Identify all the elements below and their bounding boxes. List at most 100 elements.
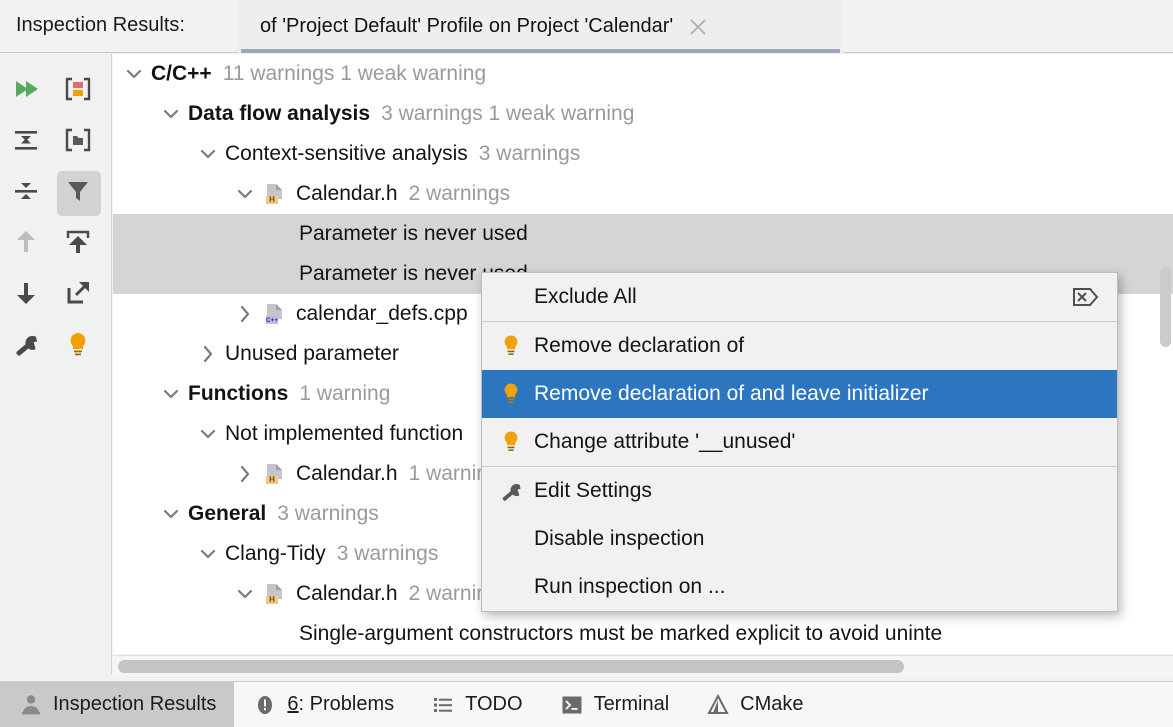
expand-all-button[interactable] [0, 117, 52, 168]
filter-icon [63, 176, 93, 211]
terminal-icon [559, 692, 585, 718]
chevron-down-icon[interactable] [158, 381, 184, 407]
tree-row[interactable]: Context-sensitive analysis 3 warnings [113, 134, 1173, 174]
svg-text:H: H [269, 475, 275, 484]
chevron-right-icon[interactable] [232, 461, 258, 487]
tool-window-tab[interactable]: 6: Problems [234, 682, 412, 727]
toolbar-row [0, 321, 111, 372]
vertical-scrollbar-thumb[interactable] [1160, 267, 1171, 347]
tree-row[interactable]: Parameter is never used [113, 214, 1173, 254]
tree-row-label: calendar_defs.cpp [296, 302, 468, 325]
export-button[interactable] [52, 219, 104, 270]
chevron-down-icon[interactable] [158, 501, 184, 527]
next-problem-icon [11, 278, 41, 313]
menu-item[interactable]: Change attribute '__unused' [482, 418, 1117, 466]
tool-window-tab[interactable]: Terminal [541, 682, 688, 727]
menu-item[interactable]: Remove declaration of [482, 322, 1117, 370]
horizontal-scrollbar-thumb[interactable] [118, 660, 904, 673]
chevron-down-icon[interactable] [232, 581, 258, 607]
tree-row-count: 1 warning [299, 382, 391, 405]
tree-row[interactable]: Single-argument constructors must be mar… [113, 614, 1173, 654]
severity-group-icon [63, 74, 93, 109]
tree-row-label: Not implemented function [225, 422, 464, 445]
export-icon [63, 227, 93, 262]
previous-problem-button[interactable] [0, 219, 52, 270]
chevron-down-icon[interactable] [158, 101, 184, 127]
tree-row[interactable]: C/C++ 11 warnings 1 weak warning [113, 54, 1173, 94]
inspector-icon [18, 692, 44, 718]
tree-row[interactable]: H Calendar.h 2 warnings [113, 174, 1173, 214]
tree-row-count: 3 warnings [277, 502, 379, 525]
group-by-directory-button[interactable] [52, 117, 104, 168]
inspection-results-window: Inspection Results: of 'Project Default'… [0, 0, 1173, 727]
previous-problem-icon [11, 227, 41, 262]
tab-label: of 'Project Default' Profile on Project … [260, 15, 674, 37]
tree-row-label: Unused parameter [225, 342, 399, 365]
chevron-down-icon[interactable] [232, 181, 258, 207]
cmake-icon [705, 692, 731, 718]
horizontal-scrollbar[interactable] [113, 655, 1173, 675]
menu-item[interactable]: Run inspection on ... [482, 563, 1117, 611]
chevron-down-icon[interactable] [195, 421, 221, 447]
tree-row-label: Functions [188, 382, 289, 405]
open-in-new-window-button[interactable] [52, 270, 104, 321]
tool-window-tab[interactable]: CMake [687, 682, 821, 727]
tree-row-label: Calendar.h [296, 462, 398, 485]
close-icon[interactable] [687, 16, 709, 38]
toolbar-row [0, 168, 111, 219]
menu-item[interactable]: Disable inspection [482, 515, 1117, 563]
menu-item-label: Remove declaration of [534, 334, 745, 357]
tree-row-label: C/C++ [151, 62, 212, 85]
chevron-down-icon[interactable] [195, 141, 221, 167]
settings-button[interactable] [0, 321, 52, 372]
tree-row-count: 3 warnings [478, 142, 581, 165]
menu-item[interactable]: Exclude All [482, 273, 1117, 321]
tree-row-label: Clang-Tidy [225, 542, 326, 565]
toolbar-row [0, 270, 111, 321]
collapse-all-icon [11, 176, 41, 211]
menu-item[interactable]: Remove declaration of and leave initiali… [482, 370, 1117, 418]
tool-window-tab[interactable]: Inspection Results [0, 681, 235, 727]
menu-item-label: Remove declaration of and leave initiali… [534, 382, 929, 405]
settings-wrench-icon [11, 329, 41, 364]
header-file-icon: H [262, 581, 288, 607]
next-problem-button[interactable] [0, 270, 52, 321]
tree-row[interactable]: Data flow analysis 3 warnings 1 weak warn… [113, 94, 1173, 134]
header-file-icon: H [262, 181, 288, 207]
tool-window-tab-label: 6: Problems [287, 693, 395, 715]
svg-text:H: H [269, 195, 275, 204]
rerun-inspection-icon [11, 74, 41, 109]
menu-item[interactable]: Edit Settings [482, 467, 1117, 515]
menu-item-label: Exclude All [534, 285, 637, 308]
chevron-right-icon[interactable] [195, 341, 221, 367]
tree-row-label: Calendar.h [296, 582, 398, 605]
chevron-down-icon[interactable] [195, 541, 221, 567]
rerun-inspection-button[interactable] [0, 66, 52, 117]
tab-mnemonic: 6 [287, 693, 299, 715]
vertical-scrollbar[interactable] [1159, 54, 1173, 654]
menu-item-label: Edit Settings [534, 479, 652, 502]
context-menu[interactable]: Exclude All Remove declaration of Remove d… [481, 272, 1118, 612]
group-by-severity-button[interactable] [52, 66, 104, 117]
open-in-new-window-icon [63, 278, 93, 313]
tool-window-bar: Inspection Results 6: Problems TODO Termina… [0, 681, 1173, 727]
tool-window-tab[interactable]: TODO [412, 682, 540, 727]
exclude-all-icon [1071, 284, 1101, 310]
chevron-down-icon[interactable] [121, 61, 147, 87]
tab-inspection-profile[interactable]: of 'Project Default' Profile on Project … [238, 0, 843, 53]
problems-icon [252, 692, 278, 718]
menu-item-label: Run inspection on ... [534, 575, 726, 598]
window-title-label: Inspection Results: [16, 14, 185, 36]
filter-inspections-button[interactable] [52, 168, 104, 219]
wrench-icon [496, 476, 526, 506]
quick-fix-button[interactable] [52, 321, 104, 372]
toolbar-row [0, 117, 111, 168]
collapse-all-button[interactable] [0, 168, 52, 219]
quick-fix-bulb-icon [63, 329, 93, 364]
svg-text:H: H [269, 595, 275, 604]
chevron-right-icon[interactable] [232, 301, 258, 327]
header-file-icon: H [262, 461, 288, 487]
tool-window-tab-label: CMake [740, 693, 804, 715]
